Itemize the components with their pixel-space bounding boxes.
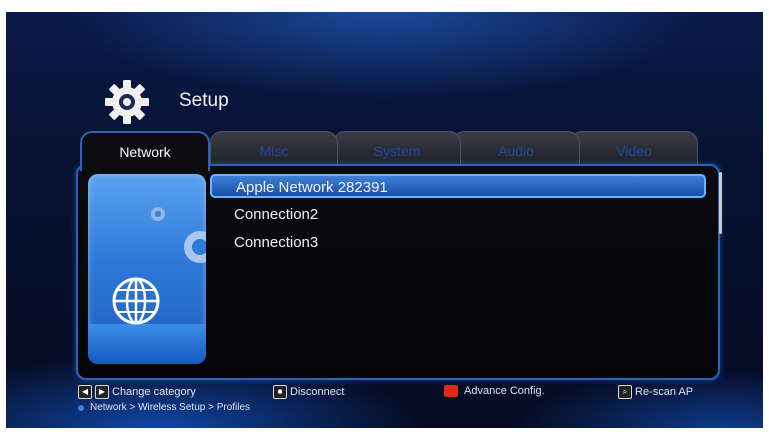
- hint-rescan: ⌕ Re-scan AP: [618, 385, 693, 399]
- stop-button-icon: ■: [273, 385, 287, 399]
- gear-small-icon: [151, 207, 165, 221]
- list-item[interactable]: Apple Network 282391: [210, 174, 706, 198]
- scrollbar[interactable]: [719, 172, 722, 234]
- globe-icon: [112, 277, 160, 325]
- list-item[interactable]: Connection2: [210, 203, 706, 227]
- gear-icon: [184, 231, 206, 263]
- arrow-left-icon: ◀: [78, 385, 92, 399]
- tab-misc-label: Misc: [259, 143, 289, 159]
- tab-network-label: Network: [119, 144, 171, 160]
- breadcrumb: Network > Wireless Setup > Profiles: [78, 402, 250, 413]
- hint-disconnect: ■ Disconnect: [273, 385, 344, 399]
- bullet-icon: [78, 404, 84, 411]
- tab-system-label: System: [373, 143, 421, 159]
- page-title: Setup: [179, 90, 229, 111]
- hint-label: Disconnect: [290, 386, 345, 398]
- list-item[interactable]: Connection3: [210, 231, 706, 255]
- red-button-icon: [444, 385, 458, 397]
- hint-change-category: ◀ ▶ Change category: [78, 385, 196, 399]
- search-icon: ⌕: [618, 385, 632, 399]
- hint-advance-config: Advance Config.: [444, 385, 545, 397]
- category-card: [88, 174, 206, 364]
- tab-audio-label: Audio: [498, 143, 534, 159]
- footer-hints: ◀ ▶ Change category ■ Disconnect Advance…: [78, 385, 718, 421]
- hint-label: Change category: [112, 386, 196, 398]
- gear-icon: [105, 80, 149, 124]
- list-item-label: Connection2: [234, 206, 319, 223]
- tab-network[interactable]: Network: [80, 131, 210, 171]
- list-item-label: Apple Network 282391: [236, 179, 388, 196]
- list-item-label: Connection3: [234, 234, 319, 251]
- hint-label: Re-scan AP: [635, 386, 694, 398]
- arrow-right-icon: ▶: [95, 385, 109, 399]
- tab-video-label: Video: [616, 143, 652, 159]
- card-shine: [88, 324, 206, 364]
- breadcrumb-text: Network > Wireless Setup > Profiles: [90, 402, 251, 413]
- hint-label: Advance Config.: [464, 385, 545, 397]
